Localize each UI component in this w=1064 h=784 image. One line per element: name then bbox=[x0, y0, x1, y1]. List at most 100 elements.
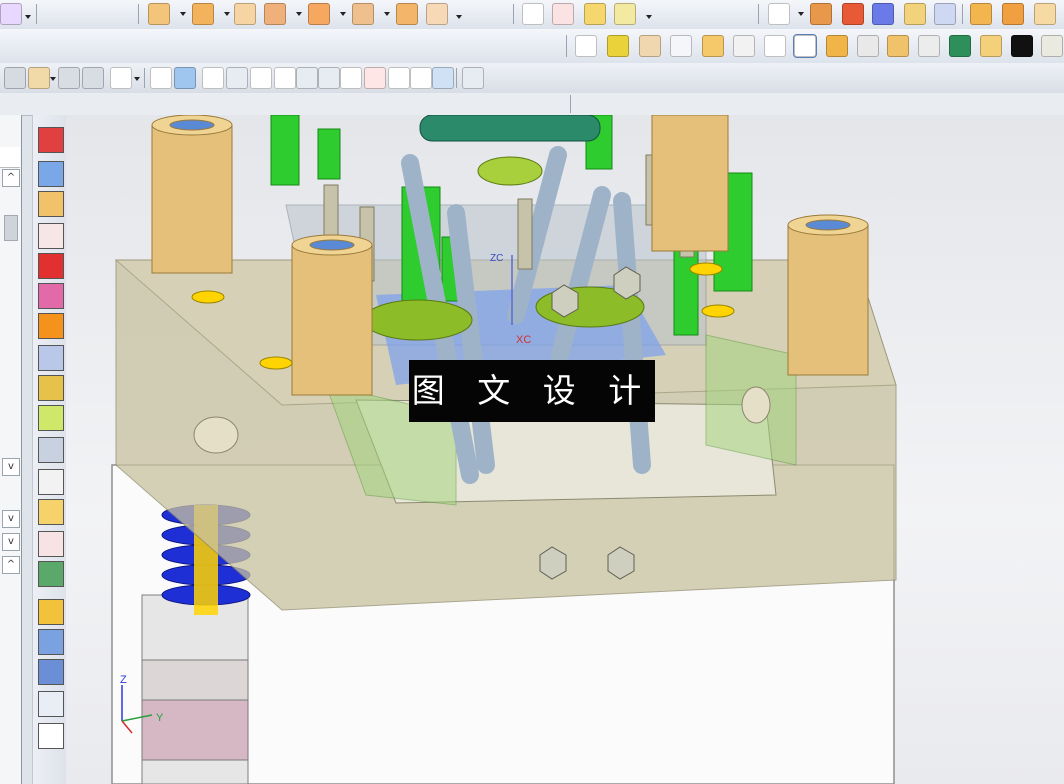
grid-snap-icon[interactable] bbox=[462, 67, 484, 89]
disk-icon[interactable] bbox=[733, 35, 755, 57]
triad-y-label: Y bbox=[156, 712, 164, 724]
grid-icon[interactable] bbox=[1041, 35, 1063, 57]
assembly-icon[interactable] bbox=[607, 35, 629, 57]
extrude-blue-icon[interactable] bbox=[38, 161, 64, 187]
funnel-icon[interactable] bbox=[38, 599, 64, 625]
stack-green-icon[interactable] bbox=[38, 375, 64, 401]
check-box-icon[interactable] bbox=[38, 469, 64, 495]
expand-down-button[interactable]: v bbox=[2, 510, 20, 528]
chevron-down-icon[interactable] bbox=[50, 77, 56, 81]
revolve-icon[interactable] bbox=[38, 191, 64, 217]
select-box-icon[interactable] bbox=[110, 67, 132, 89]
assembly-people-icon[interactable] bbox=[38, 659, 64, 685]
chevron-down-icon[interactable] bbox=[180, 12, 186, 16]
mold-tool-icon[interactable] bbox=[38, 437, 64, 463]
expand-down-button-2[interactable]: v bbox=[2, 533, 20, 551]
plate-pink bbox=[141, 699, 249, 761]
triangle-sketch-icon[interactable] bbox=[522, 3, 544, 25]
curve-spiral-icon[interactable] bbox=[38, 405, 64, 431]
red-cylinder-icon[interactable] bbox=[38, 253, 64, 279]
line-icon[interactable] bbox=[250, 67, 272, 89]
wireframe-icon[interactable] bbox=[150, 67, 172, 89]
orange-flag-icon[interactable] bbox=[38, 313, 64, 339]
midpoint-icon[interactable] bbox=[226, 67, 248, 89]
subtract-icon[interactable] bbox=[234, 3, 256, 25]
block-icon[interactable] bbox=[702, 35, 724, 57]
shield-icon[interactable] bbox=[842, 3, 864, 25]
cube-yellow-icon[interactable] bbox=[38, 499, 64, 525]
feature-cube-icon[interactable] bbox=[148, 3, 170, 25]
crosshair-icon[interactable] bbox=[38, 723, 64, 749]
extrude-icon[interactable] bbox=[192, 3, 214, 25]
scroll-up-button[interactable]: ^ bbox=[2, 169, 20, 187]
slab-icon[interactable] bbox=[904, 3, 926, 25]
scroll-down-button[interactable]: v bbox=[2, 458, 20, 476]
datum-plane-icon[interactable] bbox=[584, 3, 606, 25]
graph-icon[interactable] bbox=[980, 35, 1002, 57]
surface-icon[interactable] bbox=[934, 3, 956, 25]
plus-icon[interactable] bbox=[388, 67, 410, 89]
copy-body-icon[interactable] bbox=[264, 3, 286, 25]
axis-icon[interactable] bbox=[670, 35, 692, 57]
curve-icon[interactable] bbox=[296, 67, 318, 89]
measure-body-icon[interactable] bbox=[352, 3, 374, 25]
render-book-icon[interactable] bbox=[810, 3, 832, 25]
ladder-icon[interactable] bbox=[949, 35, 971, 57]
perpendicular-icon[interactable] bbox=[318, 67, 340, 89]
component-icon[interactable] bbox=[614, 3, 636, 25]
lasso-icon[interactable] bbox=[58, 67, 80, 89]
chevron-down-icon[interactable] bbox=[134, 77, 140, 81]
cube-frame-icon[interactable] bbox=[38, 531, 64, 557]
attributes-icon[interactable] bbox=[639, 35, 661, 57]
section-icon[interactable] bbox=[918, 35, 940, 57]
cursor-icon[interactable] bbox=[82, 67, 104, 89]
stack-icon[interactable] bbox=[970, 3, 992, 25]
center-point-icon[interactable] bbox=[364, 67, 386, 89]
scrollbar-thumb[interactable] bbox=[4, 215, 18, 241]
chevron-down-icon[interactable] bbox=[456, 15, 462, 19]
chevron-down-icon[interactable] bbox=[646, 15, 652, 19]
pattern-body-icon[interactable] bbox=[396, 3, 418, 25]
toolbar-separator bbox=[758, 4, 759, 24]
plate-split-icon[interactable] bbox=[38, 561, 64, 587]
point-icon[interactable] bbox=[28, 67, 50, 89]
edit-text-icon[interactable] bbox=[575, 35, 597, 57]
stack-plates-icon[interactable] bbox=[38, 345, 64, 371]
chevron-down-icon[interactable] bbox=[340, 12, 346, 16]
chevron-down-icon[interactable] bbox=[798, 12, 804, 16]
cube-red-icon[interactable] bbox=[38, 127, 64, 153]
chevron-down-icon[interactable] bbox=[296, 12, 302, 16]
camera-icon[interactable] bbox=[432, 67, 454, 89]
image-icon[interactable] bbox=[1011, 35, 1033, 57]
solid-block-icon[interactable] bbox=[872, 3, 894, 25]
chevron-down-icon[interactable] bbox=[25, 15, 31, 19]
stacked-plates-icon[interactable] bbox=[826, 35, 848, 57]
bracket-icon[interactable] bbox=[764, 35, 786, 57]
graphics-viewport[interactable]: XC ZC Z Y bbox=[66, 115, 1064, 784]
layers-icon[interactable] bbox=[1002, 3, 1024, 25]
collapse-up-button[interactable]: ^ bbox=[2, 556, 20, 574]
chevron-down-icon[interactable] bbox=[224, 12, 230, 16]
drawing-icon[interactable] bbox=[38, 691, 64, 717]
boss-icon[interactable] bbox=[38, 223, 64, 249]
slanted-line-icon[interactable] bbox=[274, 67, 296, 89]
toolbar-separator bbox=[570, 95, 571, 113]
offset-body-icon[interactable] bbox=[308, 3, 330, 25]
snap-arrow-icon[interactable] bbox=[4, 67, 26, 89]
toolbar-separator bbox=[456, 68, 457, 88]
circle-snap-icon[interactable] bbox=[340, 67, 362, 89]
view-cube-icon[interactable] bbox=[768, 3, 790, 25]
table-icon[interactable] bbox=[552, 3, 574, 25]
shaded-icon[interactable] bbox=[174, 67, 196, 89]
tools-icon[interactable] bbox=[793, 34, 817, 58]
bracket-pair-icon[interactable] bbox=[38, 629, 64, 655]
surface-warp-icon[interactable] bbox=[38, 283, 64, 309]
vertex-snap-icon[interactable] bbox=[202, 67, 224, 89]
panel-icon[interactable] bbox=[857, 35, 879, 57]
pipe-fitting-icon[interactable] bbox=[887, 35, 909, 57]
sheet-icon[interactable] bbox=[426, 3, 448, 25]
font-color-icon[interactable] bbox=[0, 3, 22, 25]
network-icon[interactable] bbox=[1034, 3, 1056, 25]
chevron-down-icon[interactable] bbox=[384, 12, 390, 16]
tangent-icon[interactable] bbox=[410, 67, 432, 89]
